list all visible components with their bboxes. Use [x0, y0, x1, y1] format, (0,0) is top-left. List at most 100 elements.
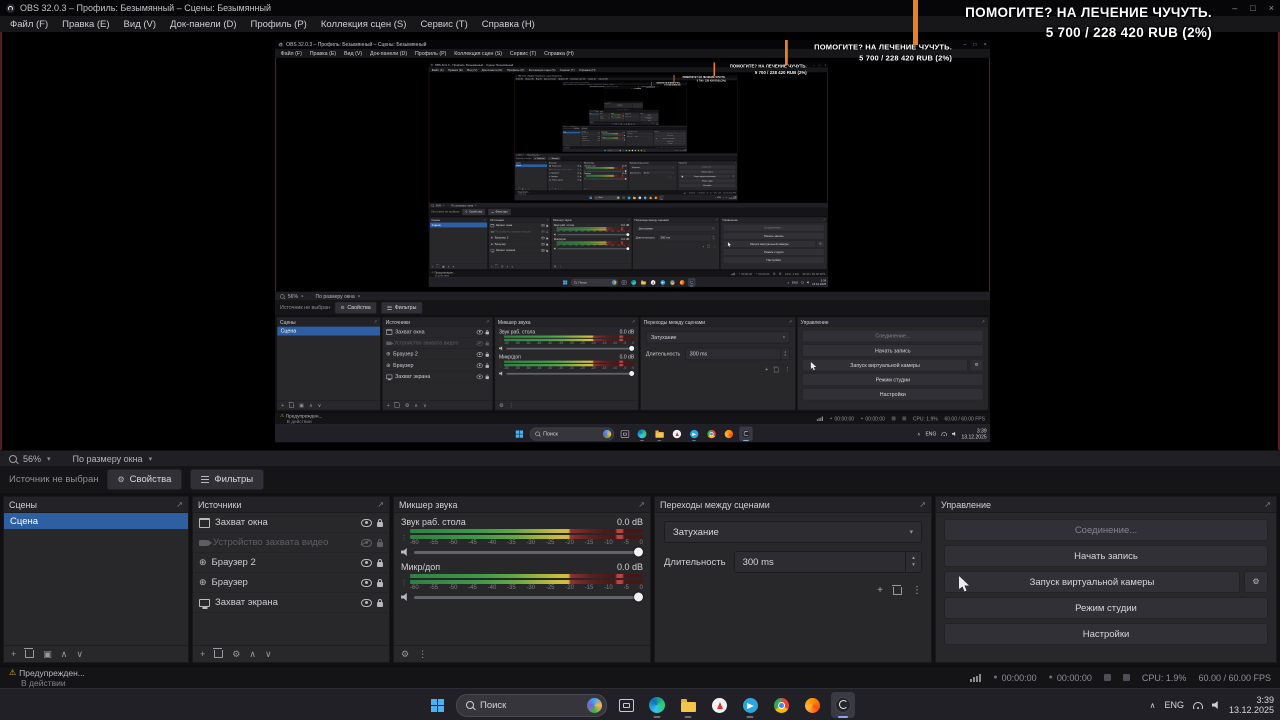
studio-mode-button[interactable]: Режим студии: [944, 597, 1268, 619]
menu-edit[interactable]: Правка (E): [55, 19, 116, 30]
source-row[interactable]: ⊕ Браузер: [193, 573, 389, 593]
taskbar-app-telegram[interactable]: [738, 692, 762, 718]
transition-menu-button[interactable]: ⋮: [912, 585, 922, 596]
visibility-toggle-icon[interactable]: [361, 518, 372, 527]
transitions-dock-header[interactable]: Переходы между сценами ↗: [655, 497, 931, 513]
menu-view[interactable]: Вид (V): [117, 19, 164, 30]
visibility-toggle-icon[interactable]: [361, 538, 372, 547]
duration-input[interactable]: 300 ms ▴ ▾: [733, 551, 922, 573]
move-source-up-button[interactable]: ∧: [249, 649, 256, 660]
move-source-down-button[interactable]: ∨: [265, 649, 272, 660]
menu-profile[interactable]: Профиль (P): [244, 19, 314, 30]
close-button[interactable]: ×: [1269, 3, 1274, 13]
transition-select[interactable]: Затухание ▾: [664, 521, 922, 543]
visibility-toggle-icon[interactable]: [361, 578, 372, 587]
volume-slider-handle[interactable]: [634, 592, 643, 602]
volume-slider-handle[interactable]: [634, 547, 643, 557]
popout-icon[interactable]: ↗: [638, 500, 645, 509]
mixer-dock-header[interactable]: Микшер звука ↗: [394, 497, 650, 513]
taskbar-app-obs-studio[interactable]: [831, 692, 855, 718]
spin-down-icon[interactable]: ▾: [912, 562, 915, 569]
status-warning: ⚠ Предупрежден... В действии: [280, 413, 322, 424]
chevron-down-icon[interactable]: ▾: [149, 455, 153, 463]
menu-profile: Профиль (P): [602, 86, 606, 88]
mixer-menu-button[interactable]: ⋮: [418, 649, 427, 660]
lock-toggle-icon[interactable]: [377, 598, 383, 607]
lock-toggle-icon[interactable]: [377, 538, 383, 547]
popout-icon[interactable]: ↗: [1264, 500, 1271, 509]
tray-chevron-icon[interactable]: ∧: [1150, 701, 1156, 710]
fit-mode-select[interactable]: По размеру окна: [73, 454, 143, 464]
volume-slider[interactable]: [414, 547, 643, 557]
visibility-toggle-icon[interactable]: [361, 558, 372, 567]
start-virtual-camera-button[interactable]: Запуск виртуальной камеры: [944, 571, 1240, 593]
minimize-button[interactable]: –: [1232, 3, 1237, 13]
language-indicator[interactable]: ENG: [1164, 700, 1184, 710]
menu-file[interactable]: Файл (F): [3, 19, 55, 30]
remove-scene-button[interactable]: [24, 648, 35, 658]
drag-handle-icon[interactable]: ⋮: [401, 529, 408, 547]
start-streaming-button[interactable]: Соединение...: [944, 519, 1268, 541]
source-row[interactable]: Захват экрана: [193, 593, 389, 613]
sources-dock-header[interactable]: Источники ↗: [193, 497, 389, 513]
move-scene-down-button[interactable]: ∨: [76, 649, 83, 660]
remove-transition-button[interactable]: [892, 584, 902, 595]
source-row[interactable]: Устройство захвата видео: [193, 533, 389, 553]
scenes-dock-header[interactable]: Сцены ↗: [4, 497, 188, 513]
wifi-icon[interactable]: [1192, 701, 1203, 709]
settings-button[interactable]: Настройки: [944, 623, 1268, 645]
popout-icon[interactable]: ↗: [176, 500, 183, 509]
filters-button[interactable]: Фильтры: [190, 469, 265, 490]
mixer-toolbar: ⚙ ⋮: [394, 645, 650, 662]
taskbar-clock[interactable]: 3:39 13.12.2025: [1229, 695, 1274, 715]
taskbar-app-explorer[interactable]: [676, 692, 700, 718]
scenes-dock-header: Сцены ↗: [589, 112, 600, 114]
move-scene-up-button[interactable]: ∧: [61, 649, 68, 660]
status-warning[interactable]: ⚠ Предупрежден... В действии: [9, 668, 85, 688]
chevron-down-icon[interactable]: ▾: [47, 455, 51, 463]
controls-dock-header[interactable]: Управление ↗: [936, 497, 1276, 513]
add-scene-button[interactable]: +: [11, 649, 16, 659]
remove-source-button[interactable]: [213, 648, 224, 658]
drag-handle-icon[interactable]: ⋮: [401, 574, 408, 592]
menu-docks[interactable]: Док-панели (D): [163, 19, 243, 30]
menu-help[interactable]: Справка (H): [475, 19, 542, 30]
add-source-button[interactable]: +: [200, 649, 205, 659]
popout-icon[interactable]: ↗: [919, 500, 926, 509]
source-row[interactable]: Захват окна: [193, 513, 389, 533]
volume-slider[interactable]: [414, 592, 643, 602]
add-transition-button[interactable]: +: [877, 585, 883, 596]
taskbar-app-yandex-browser[interactable]: [707, 692, 731, 718]
menu-scene-collection[interactable]: Коллекция сцен (S): [314, 19, 414, 30]
speaker-mute-icon[interactable]: [401, 593, 407, 601]
maximize-button[interactable]: □: [1250, 3, 1255, 13]
virtual-camera-settings-button[interactable]: ⚙: [1244, 571, 1268, 593]
channel-level-db: 0.0 dB: [621, 164, 627, 167]
spinner-arrows[interactable]: ▴ ▾: [905, 552, 921, 572]
window-title: OBS 32.0.3 – Профиль: Безымянный – Сцены…: [286, 41, 427, 48]
taskbar-search[interactable]: Поиск: [456, 693, 607, 717]
scene-list-item[interactable]: Сцена: [4, 513, 188, 529]
properties-button[interactable]: ⚙ Свойства: [106, 469, 183, 490]
menu-tools[interactable]: Сервис (T): [413, 19, 474, 30]
lock-toggle-icon[interactable]: [377, 558, 383, 567]
taskbar-app-edge[interactable]: [645, 692, 669, 718]
speaker-icon[interactable]: [1211, 701, 1218, 709]
start-button[interactable]: [425, 692, 449, 718]
preview-canvas[interactable]: OBS 32.0.3 – Профиль: Безымянный – Сцены…: [0, 32, 1280, 450]
visibility-toggle-icon[interactable]: [361, 598, 372, 607]
duplicate-scene-button[interactable]: ▣: [43, 649, 52, 660]
popout-icon[interactable]: ↗: [377, 500, 384, 509]
lock-toggle-icon[interactable]: [377, 518, 383, 527]
advanced-audio-button[interactable]: ⚙: [401, 649, 409, 660]
lock-toggle-icon[interactable]: [377, 578, 383, 587]
spin-up-icon[interactable]: ▴: [912, 555, 915, 562]
taskbar-app-task-view[interactable]: [614, 692, 638, 718]
source-row[interactable]: ⊕ Браузер 2: [193, 553, 389, 573]
taskbar-app-chrome[interactable]: [769, 692, 793, 718]
speaker-mute-icon[interactable]: [401, 548, 407, 556]
start-recording-button[interactable]: Начать запись: [944, 545, 1268, 567]
zoom-level[interactable]: 56%: [23, 454, 41, 464]
source-properties-button[interactable]: ⚙: [232, 649, 240, 660]
taskbar-app-firefox[interactable]: [800, 692, 824, 718]
